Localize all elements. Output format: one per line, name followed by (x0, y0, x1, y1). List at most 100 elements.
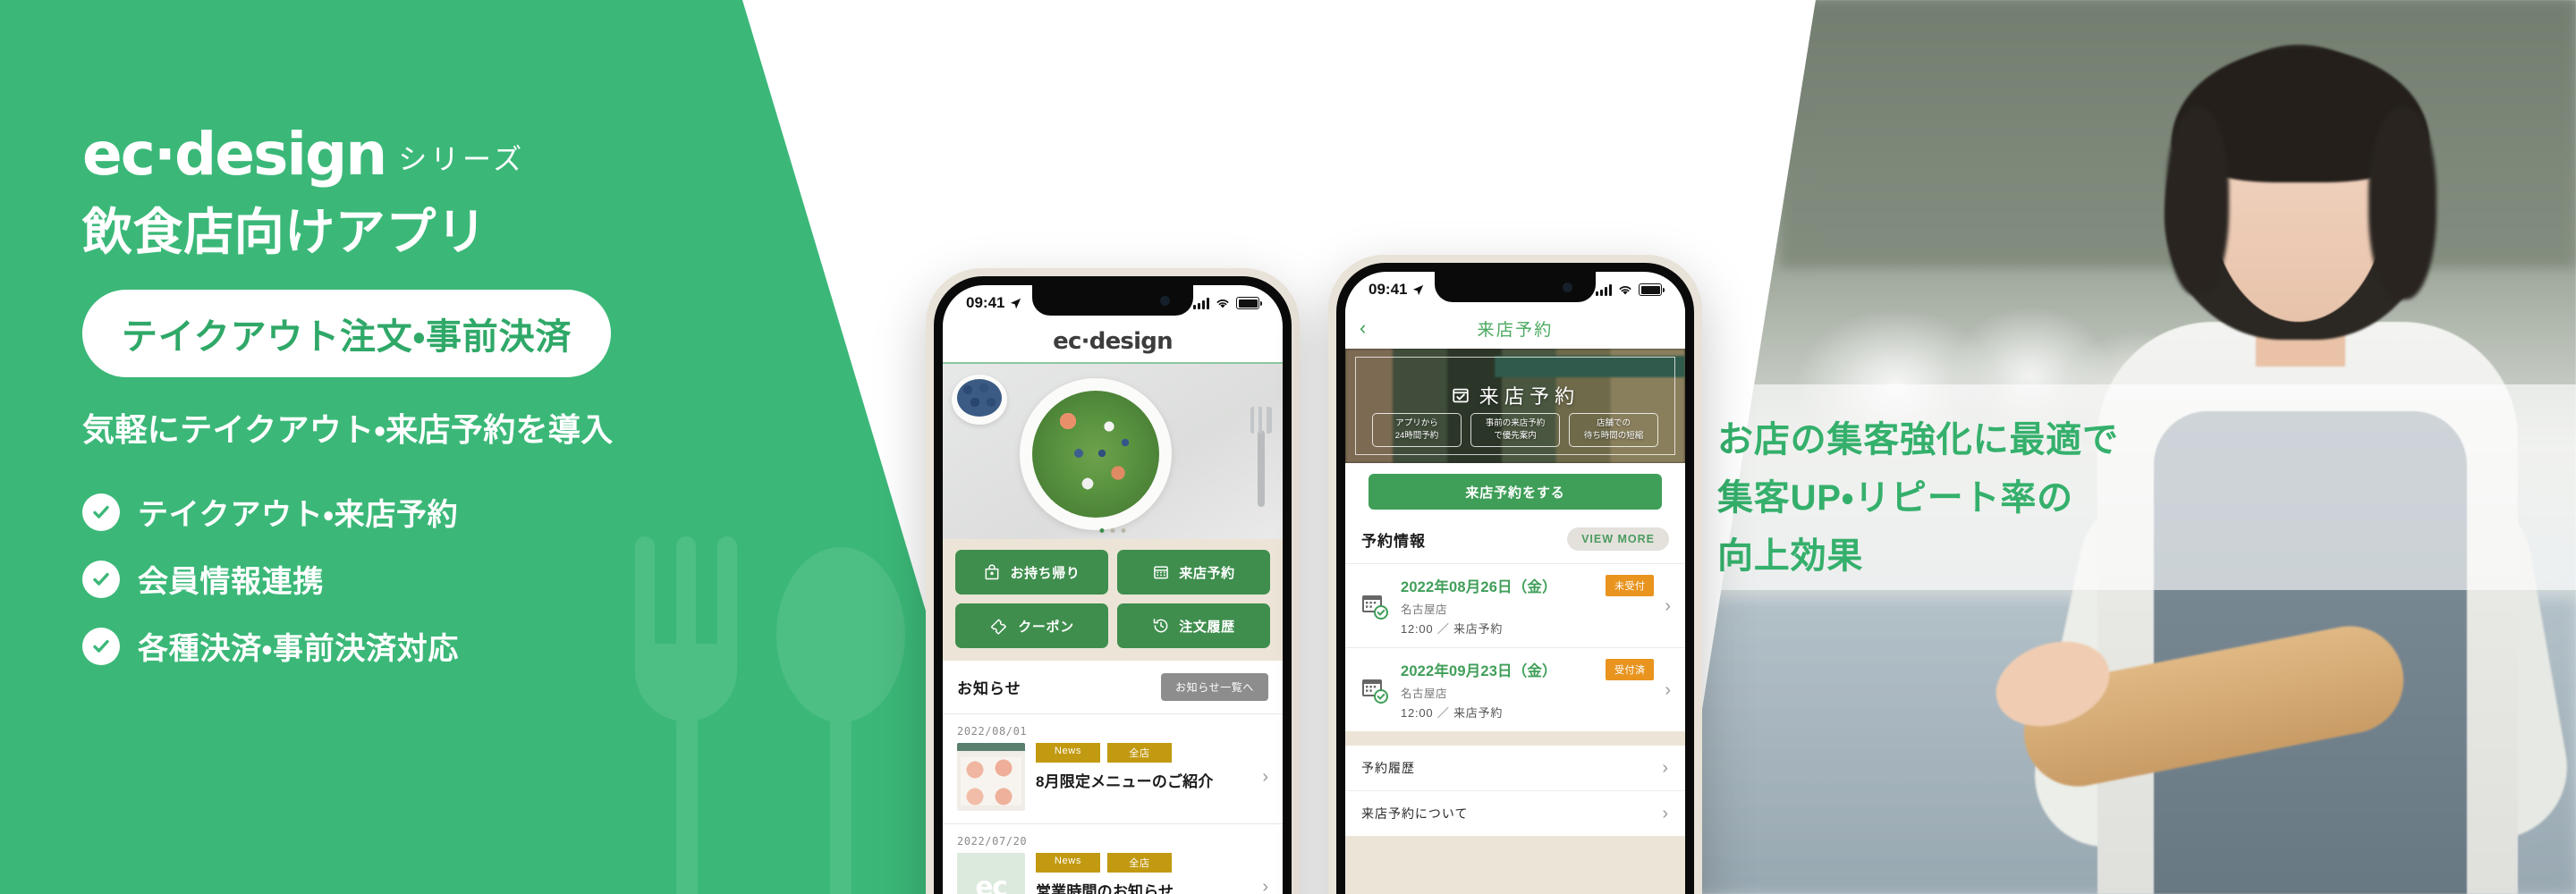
wifi-icon (1619, 285, 1631, 294)
phone2-section-header: 予約情報 VIEW MORE (1345, 522, 1685, 563)
news-tag-store: 全店 (1107, 853, 1172, 873)
carousel-dots[interactable] (1099, 528, 1126, 533)
chevron-right-icon: › (1262, 877, 1268, 894)
phone2-status-bar: 09:41 (1345, 272, 1685, 308)
salad-food-image (1032, 391, 1159, 518)
news-section-title: お知らせ (957, 680, 1021, 697)
phone1-news-header: お知らせ お知らせ一覧へ (943, 661, 1283, 713)
check-circle-icon (82, 627, 120, 665)
phone1-status-bar: 09:41 (943, 285, 1283, 321)
reservation-section-title: 予約情報 (1361, 532, 1427, 550)
location-arrow-icon (1011, 298, 1021, 308)
news-date: 2022/07/20 (957, 835, 1028, 848)
chevron-right-icon: › (1662, 804, 1669, 823)
takeout-bag-icon (986, 564, 999, 580)
news-tag-store: 全店 (1107, 743, 1172, 763)
fork-photo-element (1250, 407, 1272, 507)
status-badge: 未受付 (1606, 575, 1655, 596)
reservation-meta: 12:00 ／ 来店予約 (1401, 706, 1504, 720)
news-more-button[interactable]: お知らせ一覧へ (1161, 673, 1268, 701)
hero-chip: アプリから 24時間予約 (1372, 413, 1462, 447)
history-clock-icon (1154, 619, 1168, 633)
photo-caption-line-2: 集客UP・リピート率の (1717, 477, 2073, 518)
coupon-button[interactable]: クーポン (955, 603, 1108, 648)
takeout-label: お持ち帰り (1010, 565, 1080, 581)
status-time: 09:41 (1368, 281, 1408, 298)
reservation-store: 名古屋店 (1401, 603, 1448, 616)
phone1-appbar: ec·design (943, 321, 1283, 364)
phone-mockup-reservation: 09:41 ‹ 来店予約 来店予約 アプリから 24時間予約 事前の来店予約 で… (1328, 255, 1702, 894)
phone1-quick-actions: お持ち帰り 来店予約 クーポン 注文履歴 (943, 539, 1283, 661)
news-tag-category: News (1036, 853, 1100, 873)
takeout-button[interactable]: お持ち帰り (955, 550, 1108, 595)
order-history-button[interactable]: 注文履歴 (1117, 603, 1270, 648)
check-circle-icon (82, 560, 120, 598)
brand-logo-row: ec·design シリーズ (82, 125, 816, 184)
news-list-item[interactable]: 2022/08/01 News 全店 8月限定メニューのご紹介 › (943, 713, 1283, 823)
feature-label: テイクアウト・来店予約 (138, 498, 459, 533)
list-item: 各種決済・事前決済対応 (82, 624, 816, 668)
feature-label: 会員情報連携 (138, 565, 325, 600)
reservation-date: 2022年09月23日（金） (1401, 663, 1557, 679)
brand-wordmark: ec·design (82, 120, 387, 189)
phone2-hero-banner: 来店予約 アプリから 24時間予約 事前の来店予約 で優先案内 店舗での 待ち時… (1345, 349, 1685, 463)
sub-copy: 気軽にテイクアウト・来店予約を導入 (82, 411, 614, 449)
list-item: テイクアウト・来店予約 (82, 490, 816, 534)
news-date: 2022/08/01 (957, 725, 1028, 738)
reservation-row[interactable]: 2022年08月26日（金） 未受付 名古屋店 12:00 ／ 来店予約 › (1345, 563, 1685, 647)
phone1-app-logo: ec·design (1053, 328, 1173, 355)
reservation-date: 2022年08月26日（金） (1401, 579, 1557, 595)
photo-caption-line-1: お店の集客強化に最適で (1717, 420, 2119, 460)
chevron-left-icon[interactable]: ‹ (1360, 318, 1366, 338)
phone2-nav-title: 来店予約 (1477, 320, 1554, 340)
battery-icon (1236, 297, 1262, 309)
about-reservation-link[interactable]: 来店予約について › (1345, 790, 1685, 836)
reservation-label: 来店予約 (1179, 565, 1235, 581)
hero-chip-line-2: で優先案内 (1494, 430, 1537, 441)
reservation-button[interactable]: 来店予約 (1117, 550, 1270, 595)
left-copy-block: ec·design シリーズ 飲食店向けアプリ テイクアウト注文・事前決済 気軽… (82, 125, 816, 691)
phone2-screen: 09:41 ‹ 来店予約 来店予約 アプリから 24時間予約 事前の来店予約 で… (1345, 272, 1685, 894)
phone2-cta-wrap: 来店予約をする (1345, 463, 1685, 522)
news-tag-category: News (1036, 743, 1100, 763)
calendar-check-icon (1360, 591, 1390, 621)
news-list-item[interactable]: 2022/07/20 ec News 全店 営業時間のお知らせ › (943, 823, 1283, 894)
news-title: 営業時間のお知らせ (1036, 883, 1174, 894)
status-time: 09:41 (966, 294, 1005, 311)
phone2-hero-title: 来店予約 (1479, 385, 1580, 408)
calendar-check-icon (1453, 388, 1469, 403)
view-more-button[interactable]: VIEW MORE (1567, 527, 1669, 551)
phone1-hero-carousel[interactable] (943, 364, 1283, 539)
reservation-meta: 12:00 ／ 来店予約 (1401, 622, 1504, 636)
list-item: 会員情報連携 (82, 557, 816, 601)
feature-list: テイクアウト・来店予約 会員情報連携 各種決済・事前決済対応 (82, 490, 816, 668)
reservation-store: 名古屋店 (1401, 687, 1448, 700)
phone1-screen: 09:41 ec·design お持ち帰り 来店予約 クーポン 注文履歴 お知ら… (943, 285, 1283, 894)
check-circle-icon (82, 493, 120, 531)
cellular-bars-icon (1596, 283, 1612, 296)
screen-tail-spacer (1345, 836, 1685, 894)
battery-icon (1639, 283, 1665, 296)
phone2-navbar: ‹ 来店予約 (1345, 308, 1685, 349)
news-thumbnail (957, 743, 1025, 811)
hero-chip: 事前の来店予約 で優先案内 (1470, 413, 1560, 447)
calendar-icon (1154, 566, 1169, 579)
phone2-hero-chips: アプリから 24時間予約 事前の来店予約 で優先案内 店舗での 待ち時間の短縮 (1345, 413, 1685, 447)
wifi-icon (1216, 299, 1229, 308)
hero-banner: お店の集客強化に最適で 集客UP・リピート率の 向上効果 ec·design シ… (0, 0, 2576, 894)
feature-pill: テイクアウト注文・事前決済 (82, 290, 612, 378)
hero-chip: 店舗での 待ち時間の短縮 (1569, 413, 1658, 447)
page-title: 飲食店向けアプリ (82, 204, 487, 260)
cellular-bars-icon (1193, 297, 1209, 309)
hero-chip-line-1: 事前の来店予約 (1485, 418, 1546, 428)
order-history-label: 注文履歴 (1179, 619, 1235, 635)
section-spacer (1345, 731, 1685, 746)
hero-chip-line-2: 待ち時間の短縮 (1583, 430, 1644, 441)
blueberry-bowl-image (952, 375, 1007, 425)
reservation-history-link[interactable]: 予約履歴 › (1345, 746, 1685, 790)
brand-series-suffix: シリーズ (398, 143, 526, 176)
photo-caption-line-3: 向上効果 (1717, 536, 1864, 576)
location-arrow-icon (1413, 284, 1424, 295)
reservation-row[interactable]: 2022年09月23日（金） 受付済 名古屋店 12:00 ／ 来店予約 › (1345, 647, 1685, 731)
make-reservation-button[interactable]: 来店予約をする (1368, 474, 1662, 510)
